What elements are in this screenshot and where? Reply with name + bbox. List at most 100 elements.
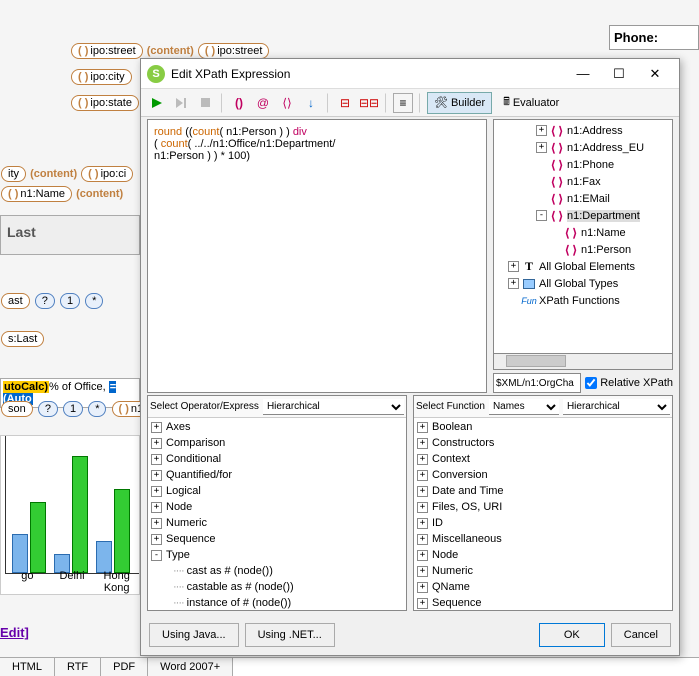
list-item[interactable]: +Boolean	[415, 419, 671, 435]
app-icon: S	[147, 65, 165, 83]
element-icon: ⟨⟩	[550, 159, 564, 171]
output-tabs: HTML RTF PDF Word 2007+	[0, 657, 699, 676]
using-net-button[interactable]: Using .NET...	[245, 623, 335, 647]
list-item[interactable]: +Node	[149, 499, 405, 515]
list-item[interactable]: +Context	[415, 451, 671, 467]
function-names-select[interactable]: Names	[489, 399, 559, 415]
list-item[interactable]: +Sequence	[149, 531, 405, 547]
list-item[interactable]: +Numeric	[149, 515, 405, 531]
list-item[interactable]: +Conditional	[149, 451, 405, 467]
schema-tag[interactable]: ( )ipo:street	[71, 43, 143, 59]
schema-tag[interactable]: ( )ipo:state	[71, 95, 139, 111]
maximize-button[interactable]: ☐	[601, 62, 637, 86]
tree-node[interactable]: +All Global Types	[494, 275, 672, 292]
occurrence-q[interactable]: ?	[35, 293, 55, 309]
list-item[interactable]: cast as # (node())	[149, 563, 405, 579]
list-item[interactable]: +Logical	[149, 483, 405, 499]
minimize-button[interactable]: —	[565, 62, 601, 86]
xpath-context-field[interactable]: $XML/n1:OrgCha	[493, 373, 581, 393]
tree-node[interactable]: +⟨⟩n1:Address	[494, 122, 672, 139]
bar-chart: goDelhiHong Kong	[0, 435, 140, 595]
list-item[interactable]: -Type	[149, 547, 405, 563]
schema-tag[interactable]: son	[1, 401, 33, 417]
phone-label: Phone:	[609, 25, 699, 50]
schema-tag[interactable]: ( )n1:Name	[1, 186, 72, 202]
operator-mode-select[interactable]: Hierarchical	[263, 399, 404, 415]
using-java-button[interactable]: Using Java...	[149, 623, 239, 647]
list-item[interactable]: +Miscellaneous	[415, 531, 671, 547]
list-item[interactable]: +Node	[415, 547, 671, 563]
autocalc-badge: utoCalc)	[3, 381, 49, 393]
tree-node[interactable]: ⟨⟩n1:Name	[494, 224, 672, 241]
schema-tag[interactable]: ( )ipo:street	[198, 43, 270, 59]
tree-node[interactable]: ⟨⟩n1:EMail	[494, 190, 672, 207]
list-item[interactable]: +Date and Time	[415, 483, 671, 499]
element-icon: ⟨⟩	[550, 193, 564, 205]
relative-xpath-checkbox[interactable]: Relative XPath	[585, 377, 673, 389]
function-mode-select[interactable]: Hierarchical	[563, 399, 670, 415]
insert-node-icon[interactable]: ⟨⟩	[277, 93, 297, 113]
tab-rtf[interactable]: RTF	[55, 658, 101, 676]
schema-tag[interactable]: ity	[1, 166, 26, 182]
list-item[interactable]: +QName	[415, 579, 671, 595]
list-item[interactable]: +Files, OS, URI	[415, 499, 671, 515]
schema-tag[interactable]: ( )ipo:city	[71, 69, 132, 85]
edit-link[interactable]: Edit]	[0, 625, 29, 640]
content-label: (content)	[30, 168, 77, 180]
occurrence-star[interactable]: *	[88, 401, 106, 417]
global-type-icon	[522, 278, 536, 290]
remove-all-icon[interactable]: ⊟⊟	[359, 93, 379, 113]
play-icon[interactable]	[147, 93, 167, 113]
tree-node[interactable]: +TAll Global Elements	[494, 258, 672, 275]
element-icon: ⟨⟩	[550, 210, 564, 222]
tree-node[interactable]: FunXPath Functions	[494, 292, 672, 309]
step-icon[interactable]	[171, 93, 191, 113]
element-icon: ⟨⟩	[550, 176, 564, 188]
tree-node[interactable]: -⟨⟩n1:Department	[494, 207, 672, 224]
list-item[interactable]: +Quantified/for	[149, 467, 405, 483]
list-item[interactable]: castable as # (node())	[149, 579, 405, 595]
list-item[interactable]: +Sequence	[415, 595, 671, 610]
insert-func-icon[interactable]: ↓	[301, 93, 321, 113]
tree-node[interactable]: ⟨⟩n1:Person	[494, 241, 672, 258]
ok-button[interactable]: OK	[539, 623, 605, 647]
list-item[interactable]: +Conversion	[415, 467, 671, 483]
occurrence-1[interactable]: 1	[60, 293, 80, 309]
element-icon: ⟨⟩	[564, 244, 578, 256]
schema-tag[interactable]: ast	[1, 293, 30, 309]
tab-html[interactable]: HTML	[0, 658, 55, 676]
schema-tag[interactable]: ( )ipo:ci	[81, 166, 133, 182]
remove-item-icon[interactable]: ⊟	[335, 93, 355, 113]
evaluator-mode-button[interactable]: 🖩 Evaluator	[496, 92, 566, 114]
tab-pdf[interactable]: PDF	[101, 658, 148, 676]
list-item[interactable]: +Comparison	[149, 435, 405, 451]
tab-word[interactable]: Word 2007+	[148, 658, 233, 676]
tree-node[interactable]: +⟨⟩n1:Address_EU	[494, 139, 672, 156]
occurrence-q[interactable]: ?	[38, 401, 58, 417]
occurrence-1[interactable]: 1	[63, 401, 83, 417]
builder-mode-button[interactable]: 🛠 Builder	[427, 92, 492, 114]
tree-node[interactable]: ⟨⟩n1:Phone	[494, 156, 672, 173]
list-item[interactable]: +Constructors	[415, 435, 671, 451]
tree-node[interactable]: ⟨⟩n1:Fax	[494, 173, 672, 190]
list-item[interactable]: +Axes	[149, 419, 405, 435]
insert-attr-icon[interactable]: @	[253, 93, 273, 113]
schema-tag[interactable]: s:Last	[1, 331, 44, 347]
list-item[interactable]: +Numeric	[415, 563, 671, 579]
stop-icon[interactable]	[195, 93, 215, 113]
panel-title: Select Operator/Express	[150, 401, 259, 412]
content-label: (content)	[76, 188, 123, 200]
insert-element-icon[interactable]: ()	[229, 93, 249, 113]
cancel-button[interactable]: Cancel	[611, 623, 671, 647]
list-item[interactable]: instance of # (node())	[149, 595, 405, 610]
options-icon[interactable]: ≡	[393, 93, 413, 113]
xpath-code-editor[interactable]: round ((count( n1:Person ) ) div ( count…	[147, 119, 487, 393]
text-type-icon: T	[522, 261, 536, 273]
horizontal-scrollbar[interactable]	[493, 354, 673, 370]
element-icon: ⟨⟩	[550, 125, 564, 137]
schema-tree[interactable]: +⟨⟩n1:Address+⟨⟩n1:Address_EU⟨⟩n1:Phone⟨…	[493, 119, 673, 354]
column-header-last: Last	[0, 215, 140, 255]
close-button[interactable]: ✕	[637, 62, 673, 86]
occurrence-star[interactable]: *	[85, 293, 103, 309]
list-item[interactable]: +ID	[415, 515, 671, 531]
